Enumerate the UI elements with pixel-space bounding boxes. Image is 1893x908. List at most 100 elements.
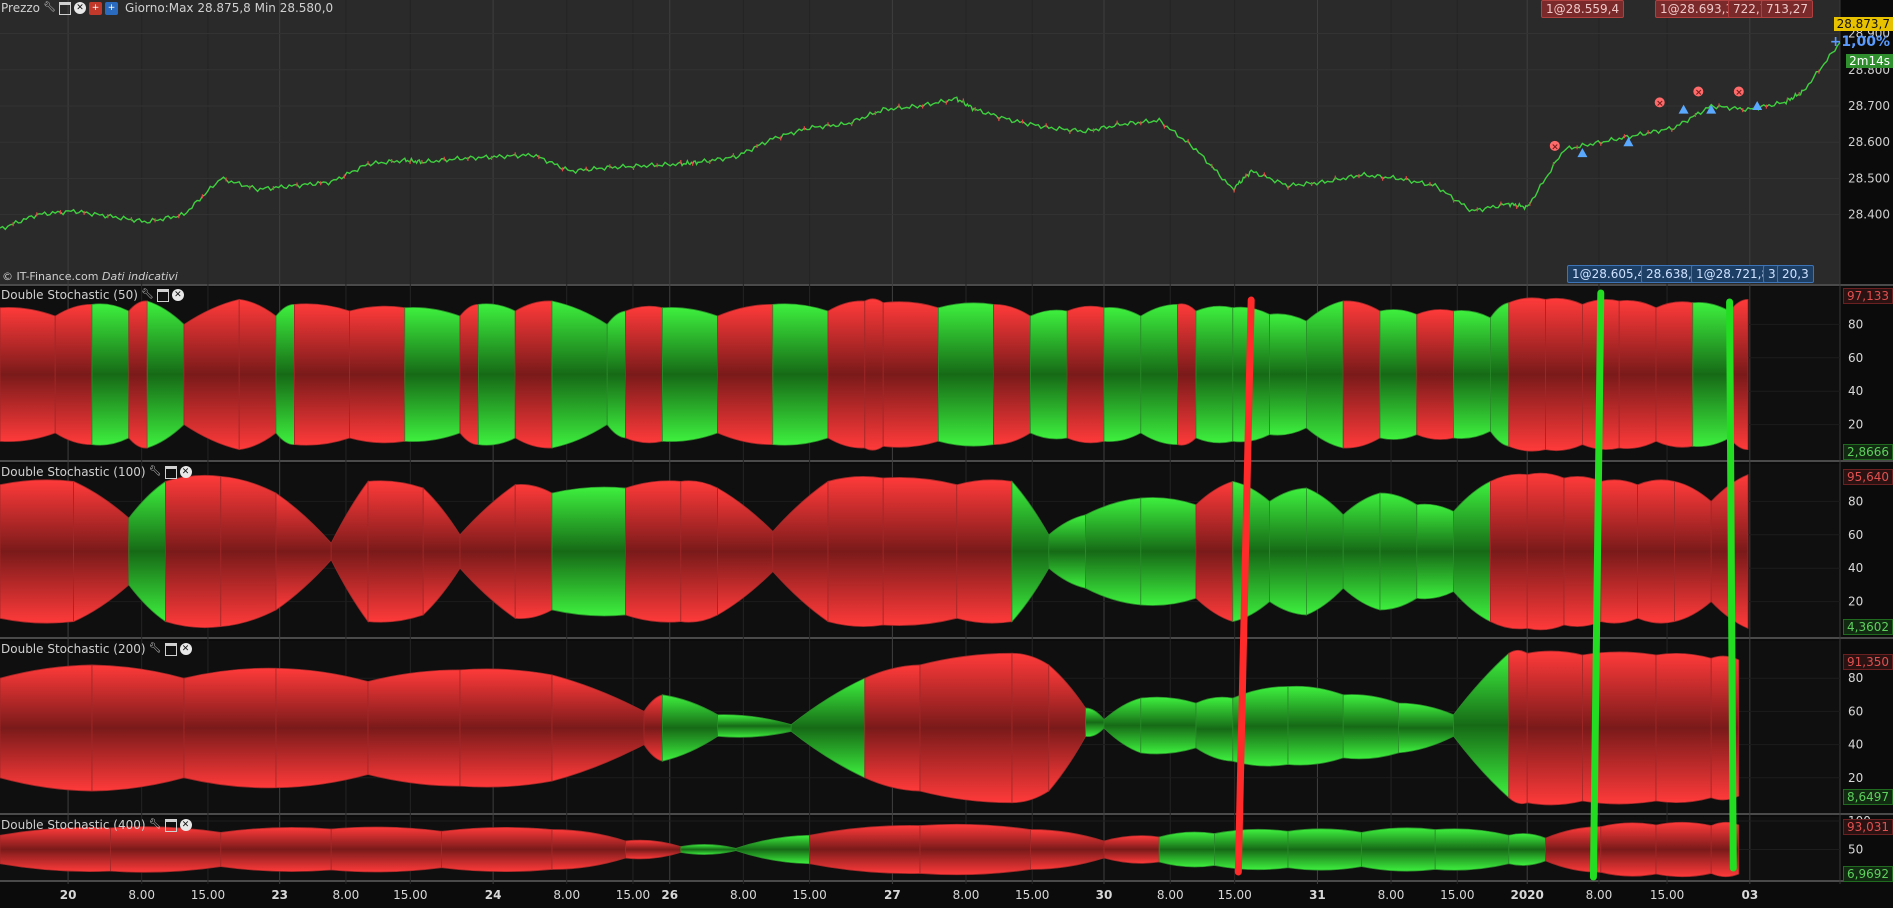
x-axis-label: 8.00 bbox=[1157, 888, 1184, 902]
stoch-band-segment bbox=[1379, 309, 1418, 440]
stoch-band-segment bbox=[478, 303, 516, 446]
window-icon[interactable] bbox=[59, 1, 72, 15]
wrench-icon[interactable]: 🔧︎ bbox=[149, 819, 162, 832]
window-icon[interactable] bbox=[164, 818, 177, 832]
stoch-band-segment bbox=[183, 298, 240, 451]
x-axis-label: 20 bbox=[60, 888, 77, 902]
ind100-min-label: 4,3602 bbox=[1843, 619, 1893, 635]
timer-label: 2m14s bbox=[1846, 54, 1893, 68]
x-axis-label: 24 bbox=[485, 888, 502, 902]
stoch-band-segment bbox=[1526, 472, 1565, 631]
copyright-text: © IT-Finance.com Dati indicativi bbox=[2, 270, 178, 283]
stoch-band-segment bbox=[165, 474, 222, 629]
stoch-band-segment bbox=[1508, 649, 1528, 805]
stoch-band-segment bbox=[1214, 828, 1289, 871]
x-axis-label: 26 bbox=[661, 888, 678, 902]
x-axis-label: 8.00 bbox=[730, 888, 757, 902]
ind200-max-label: 91,350 bbox=[1843, 654, 1893, 670]
window-icon[interactable] bbox=[164, 465, 177, 479]
stoch-band-segment bbox=[0, 664, 93, 792]
order-tag-top-2[interactable]: 1@28.693,3 bbox=[1655, 0, 1739, 18]
close-icon[interactable]: ✕ bbox=[171, 289, 184, 301]
ind-title-100: Double Stochastic (100) bbox=[1, 465, 146, 479]
stoch-band-segment bbox=[1269, 487, 1307, 616]
stoch-band-segment bbox=[238, 298, 277, 451]
stoch-band-segment bbox=[1692, 302, 1730, 447]
stoch-band-segment bbox=[919, 652, 1013, 804]
ind-y-tick-label: 60 bbox=[1848, 528, 1863, 542]
x-axis-label: 31 bbox=[1309, 888, 1326, 902]
stoch-band-segment bbox=[625, 480, 682, 623]
stoch-band-segment bbox=[91, 664, 185, 792]
stoch-band-segment bbox=[1103, 307, 1142, 442]
x-axis-label: 15.00 bbox=[616, 888, 650, 902]
stoch-band-segment bbox=[551, 300, 608, 449]
wrench-icon[interactable]: 🔧︎ bbox=[43, 2, 56, 15]
stoch-band-segment bbox=[1269, 313, 1307, 436]
x-axis-label: 8.00 bbox=[1378, 888, 1405, 902]
stoch-band-segment bbox=[1416, 309, 1454, 440]
stoch-band-segment bbox=[1674, 480, 1712, 623]
window-icon[interactable] bbox=[156, 288, 169, 302]
stoch-band-segment bbox=[1140, 497, 1197, 606]
wrench-icon[interactable]: 🔧︎ bbox=[149, 643, 162, 656]
stoch-band-segment bbox=[1103, 835, 1160, 864]
stoch-band-segment bbox=[441, 826, 553, 873]
order-tag-bottom-3[interactable]: 1@28.721,8 bbox=[1691, 265, 1775, 283]
close-icon[interactable]: ✕ bbox=[74, 2, 87, 14]
stoch-band-segment bbox=[717, 303, 774, 446]
wrench-icon[interactable]: 🔧︎ bbox=[149, 466, 162, 479]
stoch-band-segment bbox=[1342, 300, 1381, 449]
stoch-band-segment bbox=[1655, 652, 1712, 804]
order-tag-bottom-5[interactable]: 20,3 bbox=[1777, 265, 1814, 283]
stoch-band-segment bbox=[459, 303, 479, 446]
x-axis-label: 8.00 bbox=[128, 888, 155, 902]
sell-order-icon[interactable]: + bbox=[89, 1, 103, 15]
close-icon[interactable]: ✕ bbox=[179, 819, 192, 831]
close-icon[interactable]: ✕ bbox=[179, 643, 192, 655]
buy-order-icon[interactable]: + bbox=[105, 1, 119, 15]
ind-toolbar-400: Double Stochastic (400) 🔧︎ ✕ bbox=[0, 817, 192, 833]
ind100-max-label: 95,640 bbox=[1843, 469, 1893, 485]
stoch-band-segment bbox=[680, 480, 718, 623]
window-icon[interactable] bbox=[164, 642, 177, 656]
stoch-band-segment bbox=[514, 484, 553, 619]
stoch-band-segment bbox=[220, 475, 277, 628]
x-axis-label: 27 bbox=[884, 888, 901, 902]
stoch-band-segment bbox=[1618, 300, 1657, 449]
stoch-band-segment bbox=[772, 303, 829, 446]
ind-y-tick-label: 40 bbox=[1848, 384, 1863, 398]
stoch-band-segment bbox=[1453, 310, 1491, 439]
stoch-band-segment bbox=[275, 667, 369, 789]
ind-y-tick-label: 80 bbox=[1848, 317, 1863, 331]
stoch-band-segment bbox=[662, 307, 718, 442]
stoch-band-segment bbox=[606, 310, 626, 439]
stoch-band-segment bbox=[938, 302, 994, 447]
stoch-band-segment bbox=[1600, 479, 1638, 624]
x-axis-label: 23 bbox=[271, 888, 288, 902]
ind-toolbar-200: Double Stochastic (200) 🔧︎ ✕ bbox=[0, 641, 192, 657]
stoch-band-segment bbox=[294, 303, 350, 446]
order-tag-top-4[interactable]: 713,27 bbox=[1761, 0, 1813, 18]
stoch-band-segment bbox=[1140, 303, 1178, 446]
stoch-band-segment bbox=[0, 307, 56, 442]
ind-toolbar-100: Double Stochastic (100) 🔧︎ ✕ bbox=[0, 464, 192, 480]
ind-y-tick-label: 40 bbox=[1848, 738, 1863, 752]
order-tag-bottom-1[interactable]: 1@28.605,4 bbox=[1567, 265, 1651, 283]
stoch-band-segment bbox=[1416, 503, 1454, 600]
stoch-band-segment bbox=[110, 826, 222, 873]
ind-title-400: Double Stochastic (400) bbox=[1, 818, 146, 832]
x-axis-label: 03 bbox=[1741, 888, 1758, 902]
wrench-icon[interactable]: 🔧︎ bbox=[141, 289, 154, 302]
sell-marker-x: × bbox=[1735, 88, 1743, 98]
ind-y-tick-label: 20 bbox=[1848, 595, 1863, 609]
order-tag-top-1[interactable]: 1@28.559,4 bbox=[1541, 0, 1625, 18]
close-icon[interactable]: ✕ bbox=[179, 466, 192, 478]
stoch-band-segment bbox=[275, 303, 295, 446]
stoch-band-segment bbox=[183, 667, 277, 789]
stoch-band-segment bbox=[1655, 301, 1694, 448]
chart-canvas[interactable]: 28.40028.50028.60028.70028.80028.900××× ×… bbox=[0, 0, 1893, 908]
x-axis-label: 8.00 bbox=[953, 888, 980, 902]
disclaimer-label: Dati indicativi bbox=[102, 270, 178, 283]
annotation-green-line-2 bbox=[1726, 298, 1737, 872]
